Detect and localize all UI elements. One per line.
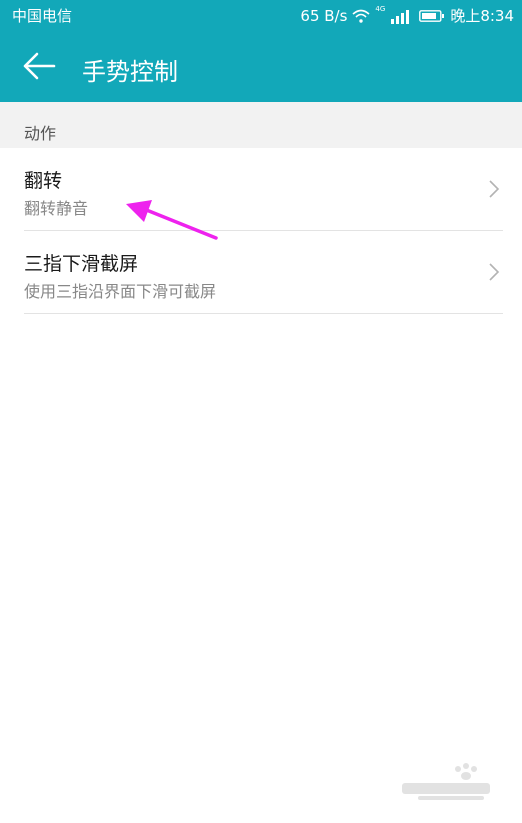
page-title: 手势控制 [82,58,178,86]
section-label: 动作 [24,124,57,143]
section-header-actions: 动作 [0,102,522,148]
chevron-right-icon [489,180,500,198]
list-item-title: 三指下滑截屏 [24,253,139,275]
signal-icon [391,9,410,24]
carrier-name: 中国电信 [12,7,73,25]
app-bar: 手势控制 [0,30,522,102]
clock: 晚上8:34 [450,7,514,25]
annotation-arrow-icon [126,200,218,240]
list-item-title: 翻转 [24,170,63,192]
arrow-left-icon[interactable] [22,51,56,81]
list-item-subtitle: 使用三指沿界面下滑可截屏 [24,282,217,301]
status-bar: 中国电信 65 B/s 4G 晚上8:34 [0,0,522,30]
wifi-icon [352,9,370,23]
status-right: 65 B/s 4G 晚上8:34 [300,5,514,26]
watermark-icon [402,763,490,800]
network-speed: 65 B/s [300,6,348,25]
list-item-flip[interactable]: 翻转 翻转静音 [0,148,522,231]
divider [24,313,503,314]
list-item-subtitle: 翻转静音 [24,199,89,218]
list-item-three-finger-screenshot[interactable]: 三指下滑截屏 使用三指沿界面下滑可截屏 [0,231,522,314]
chevron-right-icon [489,263,500,281]
network-type: 4G [375,5,386,13]
battery-icon [419,9,445,22]
